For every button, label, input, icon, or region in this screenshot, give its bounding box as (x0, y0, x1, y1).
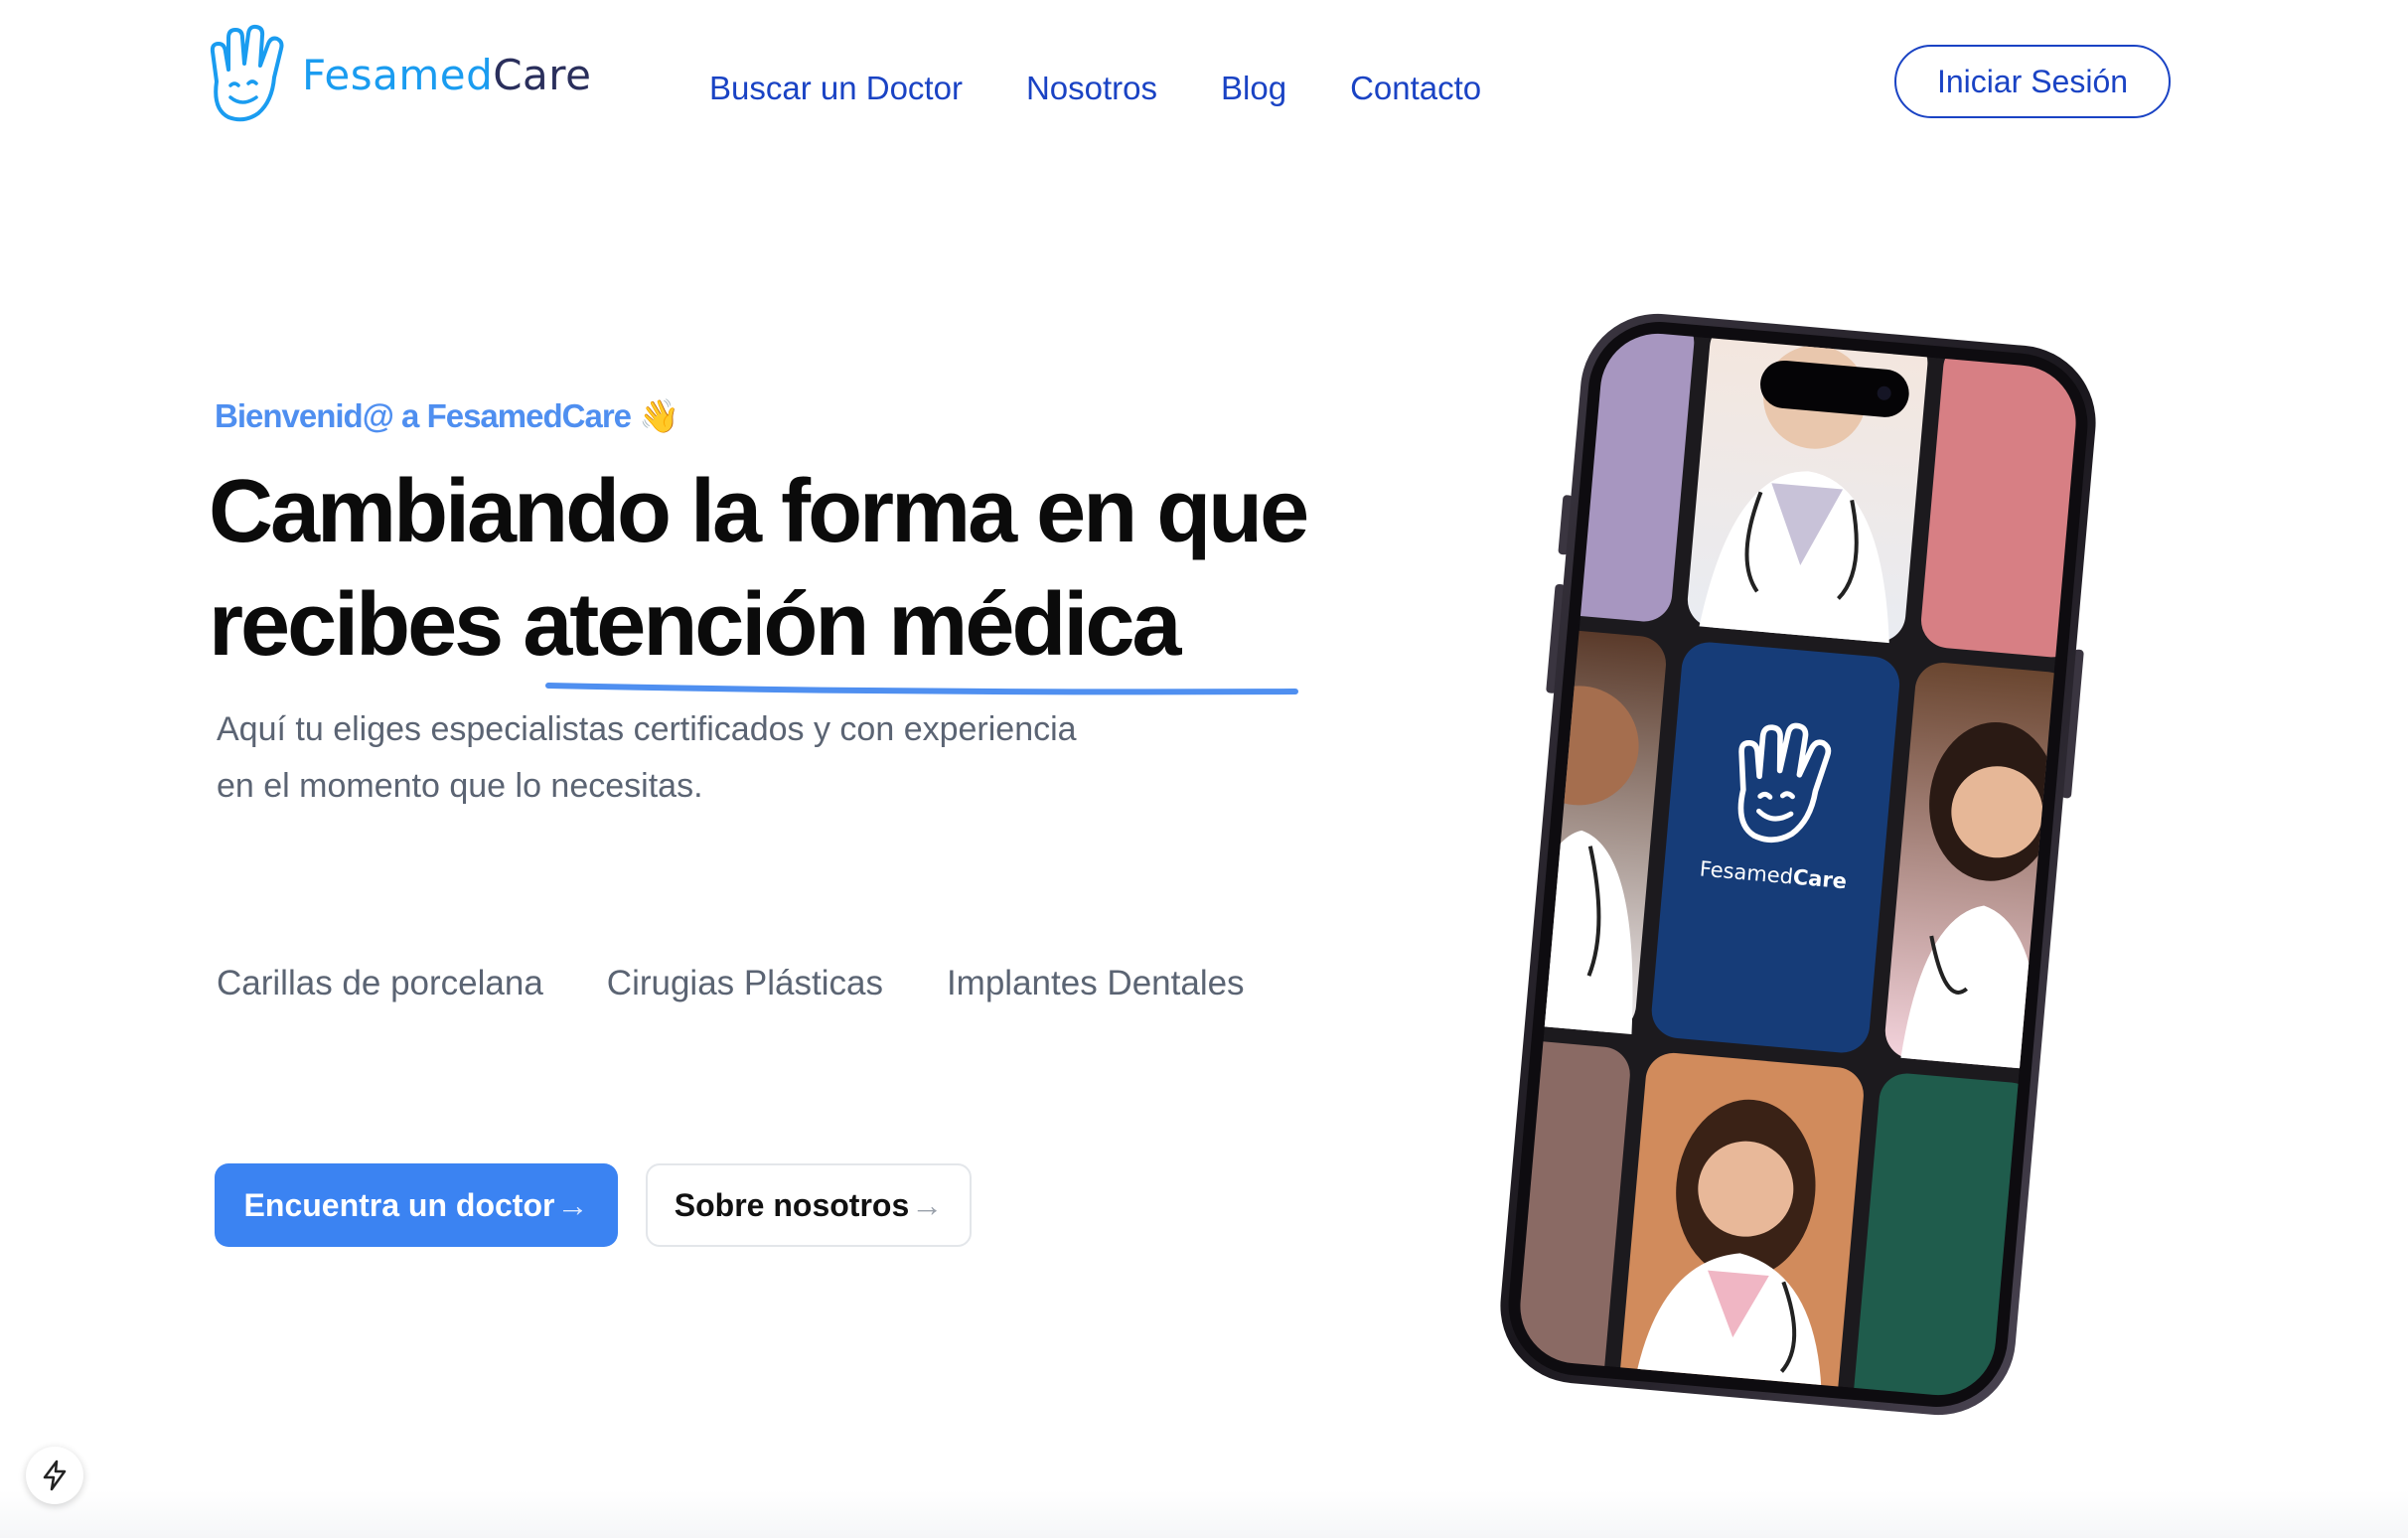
headline-highlight: atención médica (523, 575, 1181, 675)
app-name-part2: Care (1792, 865, 1848, 894)
phone-mockup: FesamedCare (1450, 298, 2146, 1431)
login-button[interactable]: Iniciar Sesión (1894, 45, 2171, 118)
arrow-right-icon: → (556, 1186, 589, 1223)
specialty-item: Cirugias Plásticas (606, 964, 883, 1002)
waving-hand-emoji: 👋 (639, 397, 679, 434)
about-us-button[interactable]: Sobre nosotros → (646, 1163, 972, 1247)
hero-subtitle: Aquí tu eliges especialistas certificado… (217, 710, 1077, 805)
specialty-item: Implantes Dentales (946, 964, 1245, 1002)
nav-contacto[interactable]: Contacto (1350, 70, 1481, 107)
specialties-list: Carillas de porcelana Cirugias Plásticas… (217, 964, 1245, 1003)
arrow-right-icon: → (911, 1186, 944, 1223)
lightning-bolt-icon[interactable] (26, 1447, 83, 1504)
nav-nosotros[interactable]: Nosotros (1026, 70, 1157, 107)
find-doctor-button[interactable]: Encuentra un doctor → (215, 1163, 618, 1247)
specialty-item: Carillas de porcelana (217, 964, 543, 1002)
main-nav: Buscar un Doctor Nosotros Blog Contacto (709, 70, 1481, 107)
welcome-text: Bienvenid@ a FesamedCare 👋 (215, 397, 679, 434)
brand-logo[interactable]: FesamedCare (199, 22, 591, 127)
hero-headline: Cambiando la forma en que recibes atenci… (209, 462, 1309, 675)
brand-name: FesamedCare (302, 50, 592, 99)
nav-blog[interactable]: Blog (1221, 70, 1286, 107)
waving-hand-smile-icon (210, 24, 284, 122)
headline-underline (545, 683, 1298, 695)
section-divider (0, 1490, 2408, 1538)
phone-illustration: FesamedCare (1500, 313, 2096, 1416)
nav-buscar-doctor[interactable]: Buscar un Doctor (709, 70, 963, 107)
